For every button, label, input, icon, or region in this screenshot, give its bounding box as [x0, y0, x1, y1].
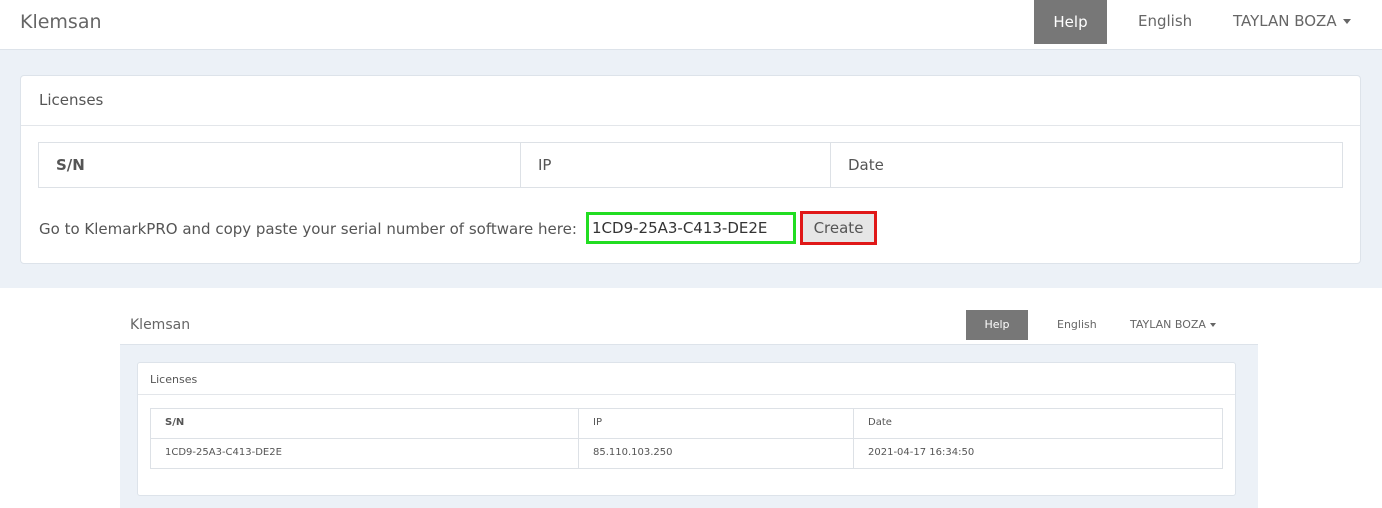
panel-heading: Licenses — [21, 76, 1360, 126]
panel-heading: Licenses — [138, 363, 1235, 395]
user-menu-label: TAYLAN BOZA — [1130, 318, 1206, 331]
serial-instruction-text: Go to KlemarkPRO and copy paste your ser… — [39, 220, 577, 238]
license-serial-cell: 1CD9-25A3-C413-DE2E — [151, 439, 579, 468]
user-menu[interactable]: TAYLAN BOZA — [1130, 318, 1216, 331]
navbar: Klemsan Help English TAYLAN BOZA — [0, 0, 1382, 50]
license-ip-cell: 85.110.103.250 — [579, 439, 854, 468]
top-screenshot: Klemsan Help English TAYLAN BOZA License… — [0, 0, 1382, 288]
language-selector[interactable]: English — [1057, 318, 1097, 331]
column-header-sn: S/N — [151, 409, 579, 438]
help-button[interactable]: Help — [1034, 0, 1107, 44]
license-date-cell: 2021-04-17 16:34:50 — [868, 447, 975, 458]
column-header-date: Date — [868, 417, 892, 428]
licenses-panel: Licenses S/N IP Date Go to KlemarkPRO an… — [20, 75, 1361, 264]
brand-logo[interactable]: Klemsan — [130, 317, 190, 333]
licenses-table: S/N IP Date — [38, 142, 1343, 188]
help-button[interactable]: Help — [966, 310, 1028, 340]
user-menu-label: TAYLAN BOZA — [1233, 12, 1337, 30]
table-header-row: S/N IP Date — [151, 409, 1222, 439]
language-selector[interactable]: English — [1138, 12, 1192, 30]
licenses-panel: Licenses S/N IP Date 1CD9-25A3-C413-DE2E… — [137, 362, 1236, 496]
table-row: 1CD9-25A3-C413-DE2E 85.110.103.250 2021-… — [151, 439, 1222, 468]
serial-number-input[interactable] — [586, 212, 796, 244]
caret-down-icon — [1342, 19, 1351, 24]
column-header-sn: S/N — [39, 143, 521, 187]
bottom-screenshot: Klemsan Help English TAYLAN BOZA License… — [120, 305, 1258, 508]
user-menu[interactable]: TAYLAN BOZA — [1233, 12, 1351, 30]
navbar: Klemsan Help English TAYLAN BOZA — [120, 305, 1258, 345]
create-button[interactable]: Create — [800, 211, 877, 245]
column-header-ip: IP — [521, 143, 831, 187]
caret-down-icon — [1209, 323, 1216, 327]
brand-logo[interactable]: Klemsan — [20, 11, 102, 33]
licenses-table: S/N IP Date 1CD9-25A3-C413-DE2E 85.110.1… — [150, 408, 1223, 469]
column-header-ip: IP — [579, 409, 854, 438]
column-header-date: Date — [848, 156, 884, 174]
